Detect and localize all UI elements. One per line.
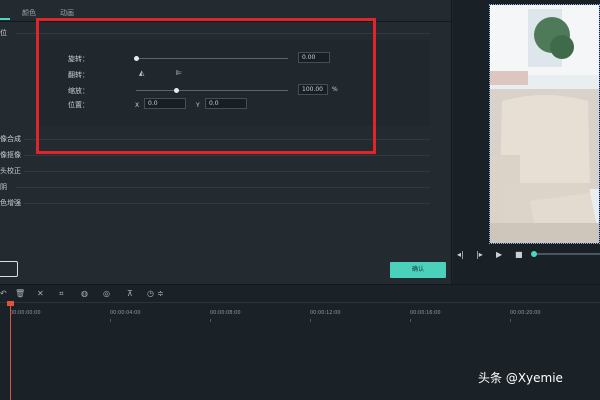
- mark-icon[interactable]: ⊼: [127, 289, 133, 298]
- reset-button[interactable]: [0, 261, 18, 277]
- confirm-button[interactable]: 确认: [390, 262, 446, 278]
- section-chroma-key[interactable]: 像抠像: [0, 150, 21, 160]
- divider: [24, 155, 430, 156]
- undo-icon[interactable]: ↶: [0, 289, 7, 298]
- stop-icon[interactable]: ■: [515, 250, 523, 259]
- section-shadow[interactable]: 阴: [0, 182, 7, 192]
- divider: [24, 203, 430, 204]
- section-transform[interactable]: 位: [0, 28, 7, 38]
- timestamp-label: 00:00:20:00: [510, 310, 541, 316]
- timestamp-label: 00:00:08:00: [210, 310, 241, 316]
- tab-color[interactable]: 颜色: [22, 8, 36, 18]
- ruler-tick: [410, 319, 411, 322]
- active-tab-indicator: [0, 18, 10, 20]
- preview-progress-bar[interactable]: [536, 253, 600, 255]
- timestamp-label: 00:00:16:00: [410, 310, 441, 316]
- crop-icon[interactable]: ⌗: [59, 289, 64, 299]
- timeline-toolbar: ↶ 🗑 ✕ ⌗ ◍ ◎ ⊼ ◷ ≑: [0, 285, 600, 303]
- divider: [24, 171, 430, 172]
- audio-settings-icon[interactable]: ≑: [157, 289, 164, 298]
- preview-controls: ◂| |▸ ▶ ■: [453, 246, 600, 264]
- preview-progress-handle[interactable]: [531, 251, 537, 257]
- highlight-annotation-frame: [36, 18, 376, 154]
- speed-icon[interactable]: ◎: [103, 289, 110, 298]
- timestamp-label: 00:00:04:00: [110, 310, 141, 316]
- watermark-text: 头条 @Xyemie: [478, 371, 563, 385]
- section-compositing[interactable]: 像合成: [0, 134, 21, 144]
- ruler-tick: [210, 319, 211, 322]
- divider: [16, 187, 430, 188]
- timeline-ruler[interactable]: 00:00:00:00 00:00:04:00 00:00:08:00 00:0…: [0, 305, 600, 322]
- color-icon[interactable]: ◍: [81, 289, 88, 298]
- section-lens-correction[interactable]: 头校正: [0, 166, 21, 176]
- ruler-tick: [110, 319, 111, 322]
- clock-icon[interactable]: ◷: [147, 289, 154, 298]
- delete-icon[interactable]: 🗑: [15, 289, 25, 298]
- tab-animation[interactable]: 动画: [60, 8, 74, 18]
- section-color-enhance[interactable]: 色增强: [0, 198, 21, 208]
- prev-frame-icon[interactable]: ◂|: [457, 250, 464, 259]
- ruler-tick: [310, 319, 311, 322]
- playhead-line[interactable]: [10, 303, 11, 400]
- preview-frame-image: [489, 4, 600, 244]
- timestamp-label: 00:00:12:00: [310, 310, 341, 316]
- timestamp-label: 00:00:00:00: [10, 310, 41, 316]
- play-icon[interactable]: ▶: [496, 250, 502, 259]
- ruler-tick: [510, 319, 511, 322]
- step-icon[interactable]: |▸: [476, 250, 483, 259]
- cut-icon[interactable]: ✕: [37, 289, 44, 298]
- video-editor-window: 颜色 动画 位 像合成 像抠像 头校正 阴 色增强 确认 旋转： 0.00 翻转…: [0, 0, 600, 400]
